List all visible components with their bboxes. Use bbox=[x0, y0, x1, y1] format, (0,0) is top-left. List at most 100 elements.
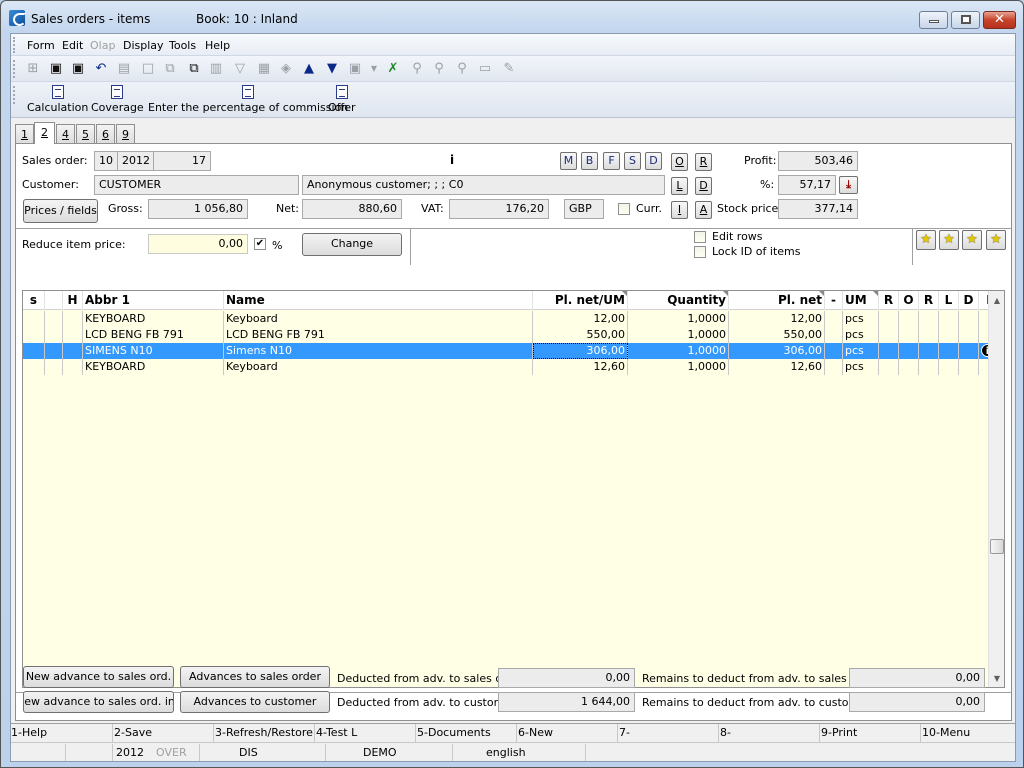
m-button[interactable]: M bbox=[560, 152, 577, 170]
col-blank[interactable] bbox=[45, 291, 63, 310]
undo-icon[interactable]: ↶ bbox=[93, 61, 109, 77]
find-next-icon[interactable]: ⚲ bbox=[431, 61, 447, 77]
advances-to-customer-button[interactable]: Advances to customer bbox=[180, 691, 330, 713]
save-as-icon[interactable]: ▣ bbox=[70, 61, 86, 77]
copy-icon[interactable]: ⧉ bbox=[162, 61, 178, 77]
curr-checkbox[interactable] bbox=[618, 203, 630, 215]
cell-empty[interactable] bbox=[919, 343, 939, 359]
fkey-print[interactable]: 9-Print bbox=[821, 726, 857, 739]
cell-abbr[interactable]: KEYBOARD bbox=[83, 311, 224, 327]
cell-empty[interactable] bbox=[919, 359, 939, 375]
col-h[interactable]: H bbox=[63, 291, 83, 310]
menu-help[interactable]: Help bbox=[205, 39, 230, 52]
cell-um[interactable]: pcs bbox=[843, 327, 879, 343]
cell-quantity[interactable]: 1,0000 bbox=[628, 343, 729, 359]
col-s[interactable]: s bbox=[23, 291, 45, 310]
sales-order-book-field[interactable]: 10 bbox=[94, 151, 118, 171]
cell-name[interactable]: LCD BENG FB 791 bbox=[224, 327, 533, 343]
toolbar-grip[interactable] bbox=[13, 60, 16, 78]
cell-empty[interactable] bbox=[63, 343, 83, 359]
tab-9[interactable]: 9 bbox=[116, 124, 135, 144]
customer-name-field[interactable]: Anonymous customer; ; ; C0 bbox=[302, 175, 665, 195]
offer-button[interactable]: Offer bbox=[328, 85, 356, 114]
cell-price-um[interactable]: 12,60 bbox=[533, 359, 628, 375]
table-row[interactable]: KEYBOARD Keyboard 12,00 1,0000 12,00 pcs bbox=[23, 311, 999, 327]
cell-empty[interactable] bbox=[919, 327, 939, 343]
fkey-test[interactable]: 4-Test L bbox=[316, 726, 357, 739]
cell-empty[interactable] bbox=[899, 327, 919, 343]
col-abbr[interactable]: Abbr 1 bbox=[83, 291, 224, 310]
coverage-button[interactable]: Coverage bbox=[91, 85, 144, 114]
cell-quantity[interactable]: 1,0000 bbox=[628, 359, 729, 375]
cell-name[interactable]: Keyboard bbox=[224, 311, 533, 327]
find-previous-icon[interactable]: ⚲ bbox=[454, 61, 470, 77]
table-row[interactable]: SIMENS N10 Simens N10 306,00 1,0000 306,00 pc… bbox=[23, 343, 999, 359]
cell-empty[interactable] bbox=[45, 311, 63, 327]
s-button[interactable]: S bbox=[624, 152, 641, 170]
change-button[interactable]: Change bbox=[302, 233, 402, 256]
col-r2[interactable]: R bbox=[919, 291, 939, 310]
prices-fields-button[interactable]: Prices / fields bbox=[23, 199, 98, 223]
cell-empty[interactable] bbox=[939, 327, 959, 343]
cell-empty[interactable] bbox=[45, 343, 63, 359]
fkey-documents[interactable]: 5-Documents bbox=[417, 726, 491, 739]
cell-name[interactable]: Simens N10 bbox=[224, 343, 533, 359]
cell-empty[interactable] bbox=[939, 311, 959, 327]
action-toolbar-grip[interactable] bbox=[13, 86, 16, 104]
cell-abbr[interactable]: LCD BENG FB 791 bbox=[83, 327, 224, 343]
calculation-button[interactable]: Calculation bbox=[27, 85, 88, 114]
export-icon[interactable]: ▣ bbox=[347, 61, 363, 77]
cell-empty[interactable] bbox=[23, 359, 45, 375]
cell-empty[interactable] bbox=[939, 359, 959, 375]
cell-empty[interactable] bbox=[23, 343, 45, 359]
d2-button[interactable]: D bbox=[695, 177, 712, 195]
fkey-help[interactable]: 1-Help bbox=[11, 726, 47, 739]
customer-code-field[interactable]: CUSTOMER bbox=[94, 175, 299, 195]
table-row[interactable]: KEYBOARD Keyboard 12,60 1,0000 12,60 pcs bbox=[23, 359, 999, 375]
col-r[interactable]: R bbox=[879, 291, 899, 310]
cell-empty[interactable] bbox=[23, 311, 45, 327]
f-button[interactable]: F bbox=[603, 152, 620, 170]
scroll-down-icon[interactable]: ▼ bbox=[989, 671, 1004, 687]
cell-empty[interactable] bbox=[939, 343, 959, 359]
cell-um[interactable]: pcs bbox=[843, 311, 879, 327]
table-row[interactable]: LCD BENG FB 791 LCD BENG FB 791 550,00 1,00… bbox=[23, 327, 999, 343]
minimize-button[interactable] bbox=[919, 11, 948, 29]
cell-empty[interactable] bbox=[899, 311, 919, 327]
cell-um[interactable]: pcs bbox=[843, 343, 879, 359]
commission-percentage-button[interactable]: Enter the percentage of commission bbox=[148, 85, 348, 114]
cell-quantity[interactable]: 1,0000 bbox=[628, 311, 729, 327]
tab-5[interactable]: 5 bbox=[76, 124, 95, 144]
cell-price-net[interactable]: 306,00 bbox=[729, 343, 825, 359]
edit-rows-checkbox[interactable] bbox=[694, 231, 706, 243]
col-d[interactable]: D bbox=[959, 291, 979, 310]
cell-price-net[interactable]: 12,00 bbox=[729, 311, 825, 327]
new-advance-button[interactable]: New advance to sales ord. bbox=[23, 666, 174, 688]
remove-favorite-button[interactable]: ★ bbox=[962, 230, 982, 250]
fkey-menu[interactable]: 10-Menu bbox=[922, 726, 970, 739]
cell-empty[interactable] bbox=[825, 327, 843, 343]
add-favorite-button[interactable]: ★ bbox=[939, 230, 959, 250]
open-folder-icon[interactable]: ▤ bbox=[116, 61, 132, 77]
col-price-um[interactable]: Pl. net/UM bbox=[533, 291, 628, 310]
col-price-net[interactable]: Pl. net bbox=[729, 291, 825, 310]
cell-empty[interactable] bbox=[899, 343, 919, 359]
tab-2[interactable]: 2 bbox=[34, 122, 55, 144]
cell-empty[interactable] bbox=[879, 311, 899, 327]
new-document-icon[interactable]: □ bbox=[140, 61, 156, 77]
cell-empty[interactable] bbox=[899, 359, 919, 375]
book-icon[interactable]: ▥ bbox=[208, 61, 224, 77]
b-button[interactable]: B bbox=[581, 152, 598, 170]
cell-empty[interactable] bbox=[825, 343, 843, 359]
scroll-thumb[interactable] bbox=[990, 539, 1004, 554]
paste-icon[interactable]: ⧉ bbox=[186, 61, 202, 77]
cell-empty[interactable] bbox=[825, 359, 843, 375]
cell-empty[interactable] bbox=[879, 343, 899, 359]
d-button[interactable]: D bbox=[645, 152, 662, 170]
i-button[interactable]: I bbox=[671, 201, 688, 219]
save-icon[interactable]: ▣ bbox=[48, 61, 64, 77]
cell-empty[interactable] bbox=[63, 327, 83, 343]
menu-edit[interactable]: Edit bbox=[62, 39, 83, 52]
arrow-down-icon[interactable]: ▼ bbox=[324, 61, 340, 77]
menu-grip[interactable] bbox=[13, 37, 16, 53]
